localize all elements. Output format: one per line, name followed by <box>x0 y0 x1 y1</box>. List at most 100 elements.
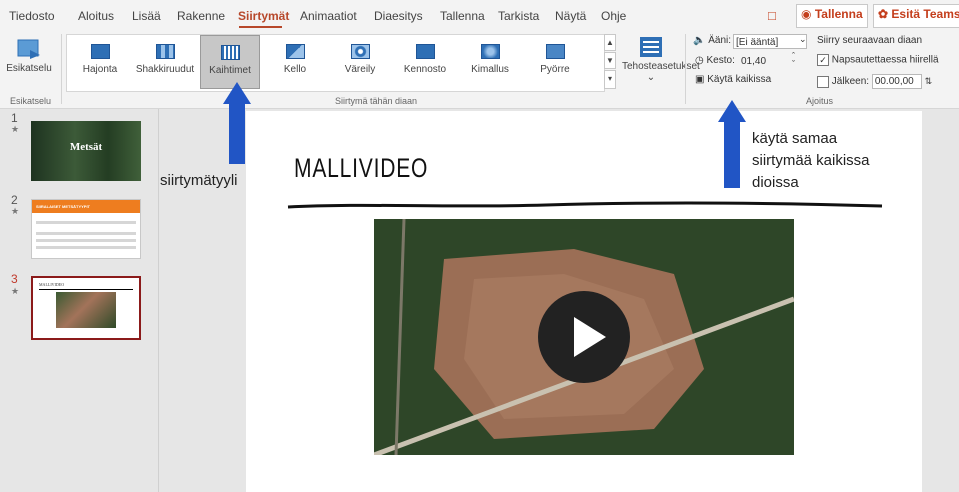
gallery-scroll-up[interactable]: ▲ <box>604 34 616 51</box>
transition-kennosto[interactable]: Kennosto <box>395 35 455 89</box>
arrow-shaft <box>229 103 245 164</box>
annotation-apply-all-line1: käytä samaa <box>752 130 838 147</box>
speaker-icon: 🔈 <box>693 35 706 46</box>
thumbnail-title: SIIRALAISET METSÄTYYPIT <box>32 200 140 213</box>
transition-label: Kaihtimet <box>209 65 251 76</box>
timing-group-label: Ajoitus <box>806 96 834 106</box>
transition-kimallus[interactable]: Kimallus <box>460 35 520 89</box>
tab-tarkista[interactable]: Tarkista <box>498 9 539 23</box>
play-button[interactable] <box>538 291 630 383</box>
thumbnail-text-line <box>36 246 136 249</box>
present-teams-label: Esitä Teamsissa <box>891 7 959 21</box>
duration-label: Kesto: <box>706 55 735 66</box>
slide-thumbnail-3[interactable]: MALLIVIDEO <box>31 276 141 340</box>
slide-number: 3 <box>11 272 18 286</box>
transition-label: Kimallus <box>471 64 509 75</box>
tab-animaatiot[interactable]: Animaatiot <box>300 9 357 23</box>
dissolve-icon <box>90 44 110 59</box>
transition-label: Kello <box>283 64 307 75</box>
title-underline <box>287 201 883 209</box>
effect-options-label: Tehosteasetukset <box>622 61 700 72</box>
thumbnail-rule <box>39 289 133 290</box>
slide-thumbnail-pane: 1 ★ Metsät 2 ★ SIIRALAISET METSÄTYYPIT 3… <box>0 109 159 492</box>
transitions-group-label: Siirtymä tähän diaan <box>335 96 418 106</box>
teams-icon: ✿ <box>878 7 889 21</box>
present-teams-button[interactable]: ✿ Esitä Teamsissa <box>873 4 959 28</box>
transition-gallery: Hajonta Shakkiruudut Kaihtimet Kello Vär… <box>66 34 605 92</box>
chevron-down-icon[interactable]: ⌄ <box>799 34 807 45</box>
after-input[interactable]: 00.00,00 <box>871 74 922 89</box>
preview-group-label: Esikatselu <box>10 96 52 106</box>
preview-label: Esikatselu <box>6 63 52 74</box>
record-icon: ◉ <box>801 7 812 21</box>
active-tab-indicator <box>239 26 282 28</box>
honeycomb-icon <box>415 44 435 59</box>
on-click-label: Napsautettaessa hiirellä <box>831 54 939 66</box>
annotation-apply-all-line2: siirtymää kaikissa <box>752 152 870 169</box>
tab-aloitus[interactable]: Aloitus <box>78 9 114 23</box>
tab-tallenna[interactable]: Tallenna <box>440 9 485 23</box>
separator <box>685 34 686 104</box>
tab-lisaa[interactable]: Lisää <box>132 9 161 23</box>
slide-thumbnail-1[interactable]: Metsät <box>31 121 141 181</box>
sound-row: 🔈 Ääni: <box>693 35 731 46</box>
thumbnail-text-line <box>36 239 136 242</box>
clock-icon <box>285 44 305 59</box>
transition-label: Hajonta <box>82 64 118 75</box>
slide-thumbnail-2[interactable]: SIIRALAISET METSÄTYYPIT <box>31 199 141 259</box>
tab-ohje[interactable]: Ohje <box>601 9 626 23</box>
transition-label: Väreily <box>344 64 376 75</box>
arrow-up-icon <box>223 82 251 104</box>
effect-options-button[interactable]: Tehosteasetukset ⌄ <box>622 32 700 92</box>
transition-vareily[interactable]: Väreily <box>330 35 390 89</box>
preview-icon <box>17 39 40 59</box>
apply-all-label: Käytä kaikissa <box>707 74 772 85</box>
after-spinner[interactable]: ⇅ <box>925 76 933 86</box>
slide-title[interactable]: MALLIVIDEO <box>294 153 428 184</box>
record-label: Tallenna <box>814 7 863 21</box>
transition-pyorre[interactable]: Pyörre <box>525 35 585 89</box>
after-checkbox[interactable] <box>817 75 829 88</box>
gallery-scroll-down[interactable]: ▼ <box>604 52 616 69</box>
checkerboard-icon <box>155 44 175 59</box>
apply-all-button[interactable]: ▣ Käytä kaikissa <box>695 74 771 85</box>
on-click-row[interactable]: ✓ Napsautettaessa hiirellä <box>817 54 939 66</box>
star-icon: ★ <box>11 124 20 134</box>
gallery-more[interactable]: ▾ <box>604 70 616 89</box>
tab-siirtymat[interactable]: Siirtymät <box>238 9 289 23</box>
video-player[interactable] <box>374 219 794 455</box>
after-label: Jälkeen: <box>831 76 870 88</box>
star-icon: ★ <box>11 206 20 216</box>
apply-all-icon: ▣ <box>695 74 705 85</box>
duration-spinner[interactable]: ˆˇ <box>792 52 795 69</box>
thumbnail-video <box>56 292 116 328</box>
transition-kello[interactable]: Kello <box>265 35 325 89</box>
annotation-transition-style: siirtymätyyli <box>160 172 238 189</box>
tab-tiedosto[interactable]: Tiedosto <box>9 9 55 23</box>
transition-kaihtimet[interactable]: Kaihtimet <box>200 35 260 89</box>
tab-rakenne[interactable]: Rakenne <box>177 9 225 23</box>
thumbnail-title: Metsät <box>69 141 103 153</box>
advance-slide-label: Siirry seuraavaan diaan <box>817 35 923 46</box>
arrow-up-icon <box>718 100 746 122</box>
duration-value: 01,40 <box>741 56 767 67</box>
separator <box>61 34 62 104</box>
sound-select[interactable]: [Ei ääntä] <box>733 34 807 49</box>
ripple-icon <box>350 44 370 59</box>
on-click-checkbox[interactable]: ✓ <box>817 54 829 66</box>
thumbnail-title: MALLIVIDEO <box>39 282 65 287</box>
transition-hajonta[interactable]: Hajonta <box>70 35 130 89</box>
thumbnail-text-line <box>36 232 136 235</box>
preview-button[interactable]: Esikatselu <box>2 32 56 92</box>
record-button[interactable]: ◉ Tallenna <box>796 4 868 28</box>
arrow-shaft <box>724 121 740 188</box>
comments-icon[interactable]: □ <box>768 8 776 23</box>
tab-diaesitys[interactable]: Diaesitys <box>374 9 423 23</box>
tab-nayta[interactable]: Näytä <box>555 9 586 23</box>
clock-icon: ◷ <box>695 55 704 66</box>
thumbnail-text-line <box>36 221 136 224</box>
transition-shakkiruudut[interactable]: Shakkiruudut <box>135 35 195 89</box>
sound-value: [Ei ääntä] <box>736 37 779 48</box>
slide-number: 1 <box>11 111 18 125</box>
vortex-icon <box>545 44 565 59</box>
